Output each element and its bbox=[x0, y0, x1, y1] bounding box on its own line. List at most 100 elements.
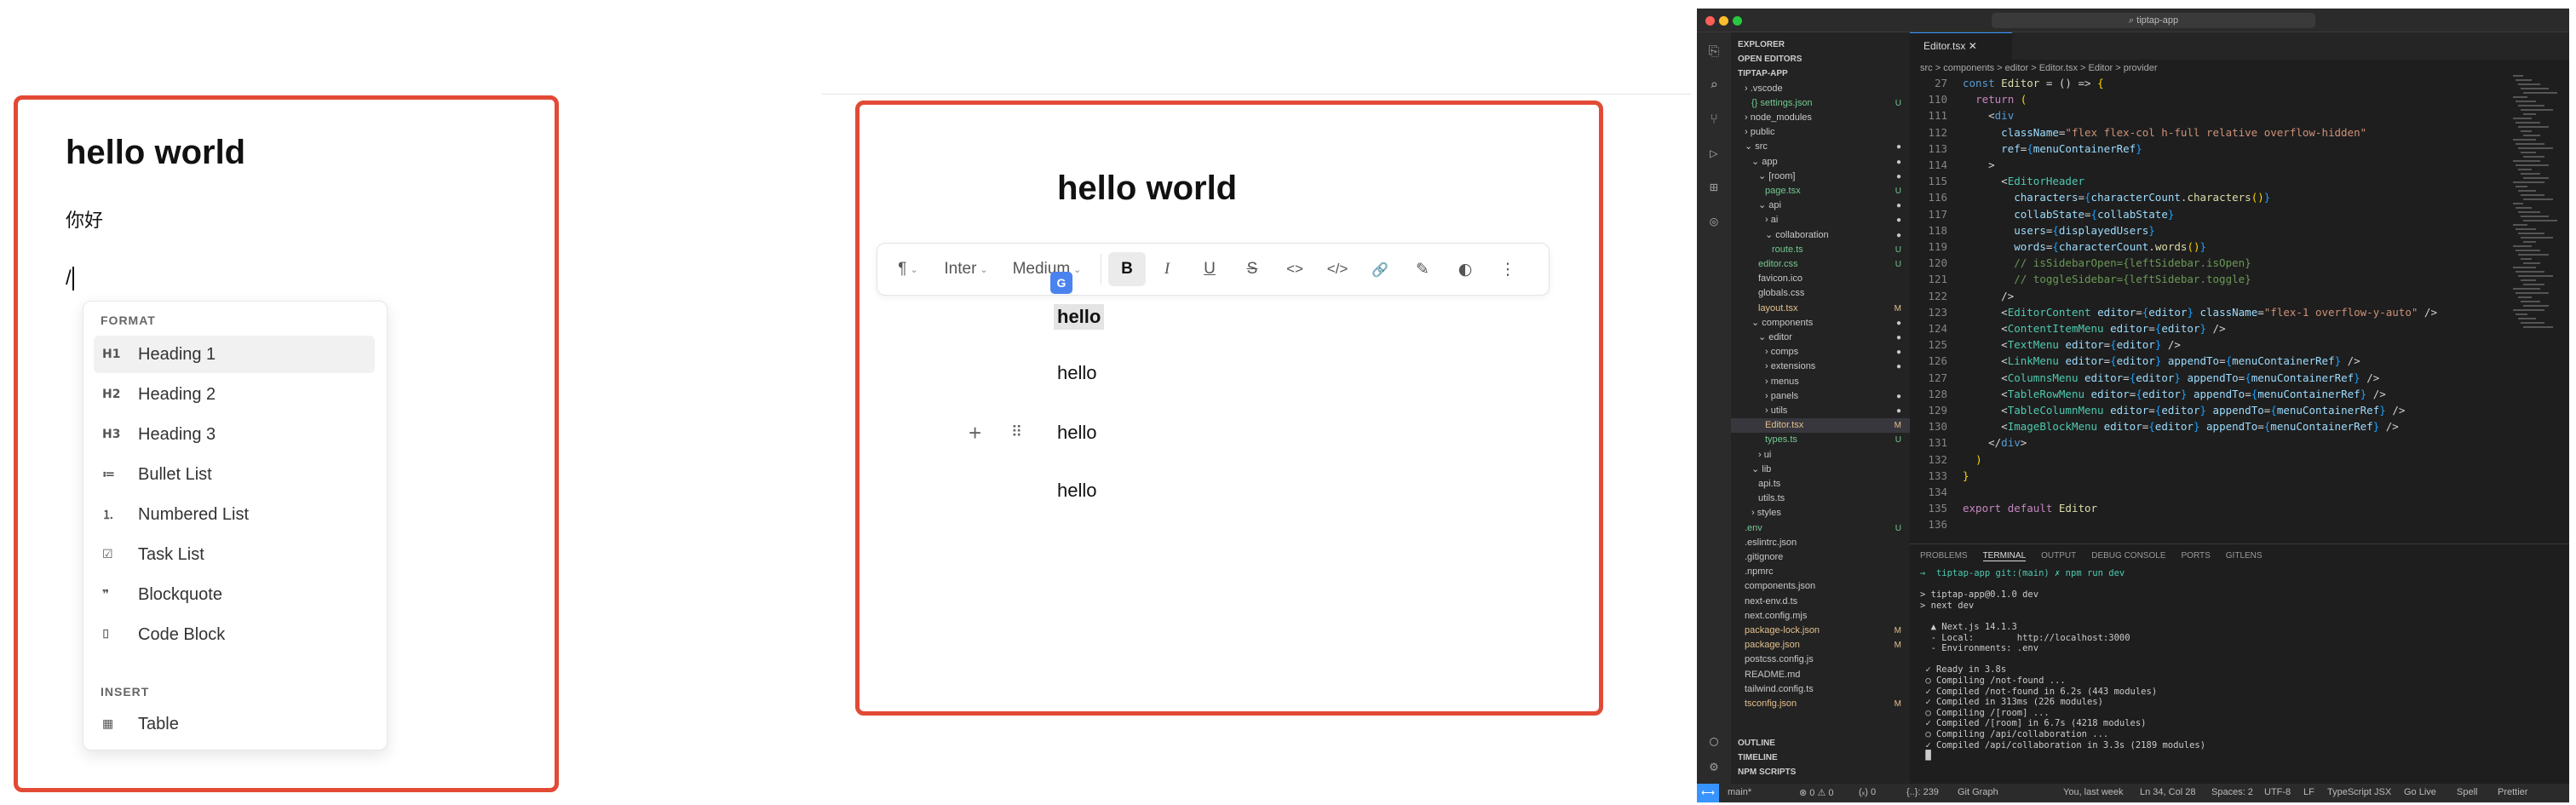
spell-check[interactable]: Spell bbox=[2457, 787, 2477, 797]
account-icon[interactable]: ◯ bbox=[1705, 733, 1722, 750]
search-icon[interactable]: ⌕ bbox=[1705, 77, 1722, 94]
menu-item-blockquote[interactable]: ❞ Blockquote bbox=[94, 576, 375, 613]
italic-button[interactable]: I bbox=[1146, 252, 1188, 286]
file-tree-item[interactable]: favicon.ico bbox=[1731, 272, 1910, 286]
panel-tab-terminal[interactable]: TERMINAL bbox=[1982, 551, 2027, 561]
drag-handle-icon[interactable]: ⠿ bbox=[1011, 423, 1022, 441]
command-center-search[interactable]: ⌕ tiptap-app bbox=[1992, 13, 2315, 28]
go-live-button[interactable]: Go Live bbox=[2404, 787, 2436, 797]
file-tree-item[interactable]: › comps ● bbox=[1731, 345, 1910, 359]
file-tree-item[interactable]: ⌄ lib bbox=[1731, 463, 1910, 477]
paragraph-type-button[interactable]: ¶ ⌄ bbox=[884, 252, 932, 286]
file-tree-item[interactable]: tsconfig.json M bbox=[1731, 697, 1910, 711]
tab-editor-tsx[interactable]: Editor.tsx ✕ bbox=[1910, 32, 2012, 60]
file-tree-item[interactable]: utils.ts bbox=[1731, 492, 1910, 506]
git-graph-button[interactable]: Git Graph bbox=[1958, 787, 1998, 797]
file-tree-item[interactable]: .npmrc bbox=[1731, 565, 1910, 579]
panel-tab-problems[interactable]: PROBLEMS bbox=[1920, 551, 1968, 561]
link-icon[interactable]: 🔗 bbox=[1359, 252, 1401, 286]
file-tree-item[interactable]: tailwind.config.ts bbox=[1731, 682, 1910, 697]
file-tree-item[interactable]: › styles bbox=[1731, 506, 1910, 520]
panel-tab-gitlens[interactable]: GITLENS bbox=[2226, 551, 2263, 561]
translate-extension-icon[interactable]: G bbox=[1050, 272, 1072, 294]
sidebar-section-npm-scripts[interactable]: NPM SCRIPTS bbox=[1731, 765, 1910, 779]
font-size-select[interactable]: Medium ⌄ bbox=[1000, 252, 1094, 286]
file-tree-item[interactable]: .gitignore bbox=[1731, 550, 1910, 565]
remote-indicator-icon[interactable]: ⟷ bbox=[1697, 784, 1719, 802]
file-tree-item[interactable]: route.ts U bbox=[1731, 243, 1910, 257]
run-debug-icon[interactable]: ▷ bbox=[1705, 145, 1722, 162]
file-tree-item[interactable]: Editor.tsx M bbox=[1731, 418, 1910, 434]
inline-code-button[interactable]: <> bbox=[1274, 252, 1316, 286]
text-color-icon[interactable]: ◐ bbox=[1444, 252, 1486, 286]
breadcrumb[interactable]: src > components > editor > Editor.tsx >… bbox=[1920, 63, 2158, 73]
git-branch[interactable]: main* bbox=[1728, 787, 1751, 797]
file-tree-item[interactable]: ⌄ api ● bbox=[1731, 198, 1910, 213]
file-tree-item[interactable]: types.ts U bbox=[1731, 433, 1910, 447]
indentation[interactable]: Spaces: 2 bbox=[2211, 787, 2253, 797]
highlight-icon[interactable]: ✎ bbox=[1401, 252, 1444, 286]
close-window-button[interactable] bbox=[1705, 16, 1715, 26]
bold-button[interactable]: B bbox=[1108, 252, 1146, 286]
file-tree-item[interactable]: next-env.d.ts bbox=[1731, 595, 1910, 609]
file-tree-item[interactable]: ⌄ collaboration ● bbox=[1731, 228, 1910, 243]
file-tree-item[interactable]: api.ts bbox=[1731, 477, 1910, 492]
file-tree-item[interactable]: ⌄ editor ● bbox=[1731, 331, 1910, 345]
cursor-position[interactable]: Ln 34, Col 28 bbox=[2140, 787, 2195, 797]
settings-gear-icon[interactable]: ⚙ bbox=[1705, 758, 1722, 775]
file-tree-item[interactable]: package.json M bbox=[1731, 638, 1910, 653]
problems-count[interactable]: ⊗ 0 ⚠ 0 bbox=[1799, 787, 1833, 798]
file-tree-item[interactable]: globals.css bbox=[1731, 286, 1910, 301]
minimize-window-button[interactable] bbox=[1719, 16, 1728, 26]
sidebar-section-header[interactable]: TIPTAP-APP bbox=[1731, 66, 1910, 81]
underline-button[interactable]: U bbox=[1188, 252, 1231, 286]
sidebar-section-header[interactable]: EXPLORER bbox=[1731, 37, 1910, 52]
file-tree-item[interactable]: ⌄ src ● bbox=[1731, 140, 1910, 154]
code-block-button[interactable]: </> bbox=[1316, 252, 1359, 286]
sidebar-section-header[interactable]: OPEN EDITORS bbox=[1731, 52, 1910, 66]
menu-item-image[interactable]: ▣Image bbox=[94, 745, 375, 750]
menu-item-table[interactable]: ▦ Table bbox=[94, 705, 375, 743]
file-tree-item[interactable]: page.tsx U bbox=[1731, 184, 1910, 198]
menu-item-heading-1[interactable]: H1 Heading 1 bbox=[94, 336, 375, 373]
file-tree-item[interactable]: › public bbox=[1731, 125, 1910, 140]
explorer-icon[interactable]: ⎘ bbox=[1705, 43, 1722, 60]
file-tree-item[interactable]: › .vscode bbox=[1731, 82, 1910, 96]
file-tree-item[interactable]: ⌄ components ● bbox=[1731, 316, 1910, 331]
ports-count[interactable]: (ₓ) 0 bbox=[1859, 787, 1876, 797]
file-tree-item[interactable]: next.config.mjs bbox=[1731, 609, 1910, 624]
file-tree-item[interactable]: package-lock.json M bbox=[1731, 624, 1910, 638]
file-tree-item[interactable]: › ui bbox=[1731, 448, 1910, 463]
sidebar-section-outline[interactable]: OUTLINE bbox=[1731, 736, 1910, 750]
menu-item-bullet-list[interactable]: ≔ Bullet List bbox=[94, 456, 375, 493]
file-tree-item[interactable]: {} settings.json U bbox=[1731, 96, 1910, 111]
file-tree-item[interactable]: layout.tsx M bbox=[1731, 302, 1910, 316]
file-tree-item[interactable]: › ai ● bbox=[1731, 213, 1910, 227]
remote-icon[interactable]: ◎ bbox=[1705, 213, 1722, 230]
menu-item-code-block[interactable]: ⌷ Code Block bbox=[94, 616, 375, 653]
extensions-icon[interactable]: ⊞ bbox=[1705, 179, 1722, 196]
menu-item-heading-3[interactable]: H3 Heading 3 bbox=[94, 416, 375, 453]
file-tree-item[interactable]: .env U bbox=[1731, 521, 1910, 536]
language-mode[interactable]: TypeScript JSX bbox=[2327, 787, 2391, 797]
file-tree-item[interactable]: README.md bbox=[1731, 668, 1910, 682]
more-options-icon[interactable]: ⋮ bbox=[1486, 252, 1529, 286]
maximize-window-button[interactable] bbox=[1733, 16, 1742, 26]
line-ending[interactable]: LF bbox=[2303, 787, 2314, 797]
file-tree-item[interactable]: › extensions ● bbox=[1731, 359, 1910, 374]
add-block-icon[interactable]: + bbox=[969, 420, 981, 446]
minimap[interactable] bbox=[2510, 75, 2561, 535]
sidebar-section-timeline[interactable]: TIMELINE bbox=[1731, 750, 1910, 765]
file-tree-item[interactable]: ⌄ app ● bbox=[1731, 155, 1910, 170]
panel-tab-ports[interactable]: PORTS bbox=[2182, 551, 2211, 561]
file-tree-item[interactable]: › panels ● bbox=[1731, 389, 1910, 404]
file-tree-item[interactable]: .eslintrc.json bbox=[1731, 536, 1910, 550]
close-tab-icon[interactable]: ✕ bbox=[1969, 40, 1977, 52]
file-tree-item[interactable]: editor.css U bbox=[1731, 257, 1910, 272]
file-tree-item[interactable]: › utils ● bbox=[1731, 404, 1910, 418]
encoding[interactable]: UTF-8 bbox=[2264, 787, 2291, 797]
file-tree-item[interactable]: components.json bbox=[1731, 579, 1910, 594]
file-tree-item[interactable]: › node_modules bbox=[1731, 111, 1910, 125]
file-tree-item[interactable]: ⌄ [room] ● bbox=[1731, 170, 1910, 184]
source-control-icon[interactable]: ⑂ bbox=[1705, 111, 1722, 128]
